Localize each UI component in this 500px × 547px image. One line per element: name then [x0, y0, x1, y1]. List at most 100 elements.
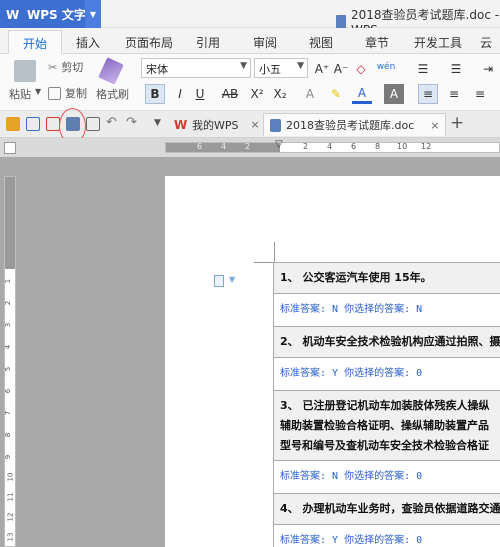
ruler-mark: 10 [397, 142, 408, 151]
cut-button[interactable]: ✂ 剪切 [48, 59, 83, 75]
font-size-value: 小五 [259, 63, 281, 76]
ruler-mark: 1 [4, 278, 13, 284]
ruler-mark: 12 [421, 142, 432, 151]
ruler-mark: 2 [303, 142, 309, 151]
shrink-font-button[interactable]: A⁻ [331, 59, 351, 79]
align-left-icon[interactable]: ≡ [418, 84, 438, 104]
close-icon[interactable]: × [251, 118, 260, 131]
ruler-mark: 4 [4, 344, 13, 350]
margin-marker [254, 262, 274, 263]
ruler-mark: 8 [375, 142, 381, 151]
title-bar: W WPS 文字 ▼ 2018查验员考试题库.doc - WPS [0, 0, 500, 37]
copy-button[interactable]: 复制 [48, 85, 87, 101]
ruler-mark: 2 [4, 300, 13, 306]
tab-developer[interactable]: 开发工具 [414, 34, 462, 51]
font-name-select[interactable]: 宋体 ▼ [141, 58, 251, 78]
align-right-icon[interactable]: ≡ [470, 84, 490, 104]
ruler-mark: 4 [327, 142, 333, 151]
font-color-button[interactable]: A [352, 84, 372, 104]
tab-stop-selector[interactable] [4, 142, 16, 154]
subscript-button[interactable]: X₂ [270, 84, 290, 104]
ruler-mark: 5 [4, 366, 13, 372]
cut-label: 剪切 [61, 61, 84, 74]
tab-insert[interactable]: 插入 [76, 34, 100, 51]
highlight-icon[interactable]: ✎ [326, 84, 346, 104]
answer-row[interactable]: 标准答案: N 你选择的答案: N [274, 293, 500, 326]
strikethrough-button[interactable]: AB [220, 84, 240, 104]
save-icon[interactable] [26, 117, 40, 131]
superscript-button[interactable]: X² [247, 84, 267, 104]
ruler-mark: 6 [4, 388, 13, 394]
copy-label: 复制 [65, 87, 87, 100]
chevron-down-icon[interactable]: ▼ [154, 118, 161, 128]
chevron-down-icon: ▼ [297, 61, 304, 71]
copy-icon [48, 86, 61, 100]
font-size-select[interactable]: 小五 ▼ [254, 58, 308, 78]
grow-font-button[interactable]: A⁺ [312, 59, 332, 79]
chevron-down-icon[interactable]: ▼ [35, 87, 41, 96]
indent-icon[interactable]: ⇥ [478, 59, 498, 79]
horizontal-ruler[interactable]: 6 4 2 ▽ 2 4 6 8 10 12 [165, 139, 500, 153]
paste-icon[interactable] [14, 60, 36, 82]
app-name: WPS 文字 [27, 7, 86, 22]
tab-references[interactable]: 引用 [196, 34, 220, 51]
document-icon [270, 118, 281, 132]
font-name-value: 宋体 [146, 63, 168, 76]
bold-button[interactable]: B [145, 84, 165, 104]
question-row[interactable]: 3、 已注册登记机动车加装肢体残疾人操纵辅助装置检验合格证明、操纵辅助装置产品型… [274, 390, 500, 460]
ribbon: 粘贴 ▼ ✂ 剪切 复制 格式刷 宋体 ▼ 小五 ▼ A⁺ A⁻ ◇ wén ☰… [0, 54, 500, 111]
ruler-mark: 11 [6, 492, 15, 502]
question-row[interactable]: 4、 办理机动车业务时，查验员依据道路交通安全 [274, 493, 500, 524]
wps-logo-icon: W [6, 7, 20, 22]
close-icon[interactable]: × [430, 119, 439, 132]
answer-row[interactable]: 标准答案: Y 你选择的答案: 0 [274, 524, 500, 547]
export-pdf-icon[interactable] [46, 117, 60, 131]
cut-icon: ✂ [48, 60, 58, 74]
char-shading-icon[interactable]: A [384, 84, 404, 104]
paste-button[interactable]: 粘贴 [9, 86, 31, 102]
format-painter-icon[interactable] [98, 57, 124, 85]
align-center-icon[interactable]: ≡ [444, 84, 464, 104]
tab-review[interactable]: 审阅 [253, 34, 277, 51]
ruler-mark: 9 [4, 454, 13, 460]
undo-icon[interactable]: ↶ [106, 115, 117, 130]
ruler-margin [5, 177, 15, 269]
tab-chapter[interactable]: 章节 [365, 34, 389, 51]
document-icon [336, 14, 347, 29]
menu-bar: 开始 插入 页面布局 引用 审阅 视图 章节 开发工具 云服 [0, 28, 500, 67]
underline-button[interactable]: U [190, 84, 210, 104]
chevron-down-icon[interactable]: ▼ [229, 275, 235, 284]
question-table: 1、 公交客运汽车使用 15年。 标准答案: N 你选择的答案: N 2、 机动… [273, 262, 500, 547]
format-painter-button[interactable]: 格式刷 [96, 86, 129, 102]
open-icon[interactable] [6, 117, 20, 131]
ruler-mark: 7 [4, 410, 13, 416]
tab-page-layout[interactable]: 页面布局 [125, 34, 173, 51]
print-preview-icon[interactable] [86, 117, 100, 131]
redo-icon[interactable]: ↷ [126, 115, 137, 130]
tab-home[interactable]: 开始 [8, 30, 63, 55]
doc-tab-my-wps[interactable]: W 我的WPS × [168, 113, 266, 136]
bullet-list-icon[interactable]: ☰ [413, 59, 433, 79]
clear-format-icon[interactable]: ◇ [351, 59, 371, 79]
vertical-ruler[interactable]: 1 2 3 4 5 6 7 8 9 10 11 12 13 [4, 176, 16, 547]
answer-row[interactable]: 标准答案: N 你选择的答案: 0 [274, 460, 500, 493]
phonetic-button[interactable]: wén [376, 57, 396, 77]
tab-view[interactable]: 视图 [309, 34, 333, 51]
app-menu-button[interactable]: W WPS 文字 ▼ [0, 0, 101, 28]
doc-tab-label: 2018查验员考试题库.doc [286, 119, 415, 132]
ruler-mark: 4 [221, 142, 227, 151]
wps-logo-icon: W [174, 118, 188, 132]
italic-button[interactable]: I [170, 84, 190, 104]
plus-icon[interactable]: + [450, 113, 464, 133]
question-row[interactable]: 2、 机动车安全技术检验机构应通过拍照、摄像 [274, 326, 500, 357]
margin-marker [274, 242, 275, 262]
doc-tab-active[interactable]: 2018查验员考试题库.doc × [263, 113, 447, 136]
question-row[interactable]: 1、 公交客运汽车使用 15年。 [274, 262, 500, 293]
indent-marker-icon[interactable]: ▽ [275, 139, 283, 150]
answer-row[interactable]: 标准答案: Y 你选择的答案: 0 [274, 357, 500, 390]
text-effect-icon[interactable]: A [300, 84, 320, 104]
chevron-down-icon[interactable]: ▼ [85, 0, 101, 28]
paragraph-handle-icon[interactable] [214, 275, 224, 287]
ruler-mark: 3 [4, 322, 13, 328]
numbered-list-icon[interactable]: ☰ [446, 59, 466, 79]
